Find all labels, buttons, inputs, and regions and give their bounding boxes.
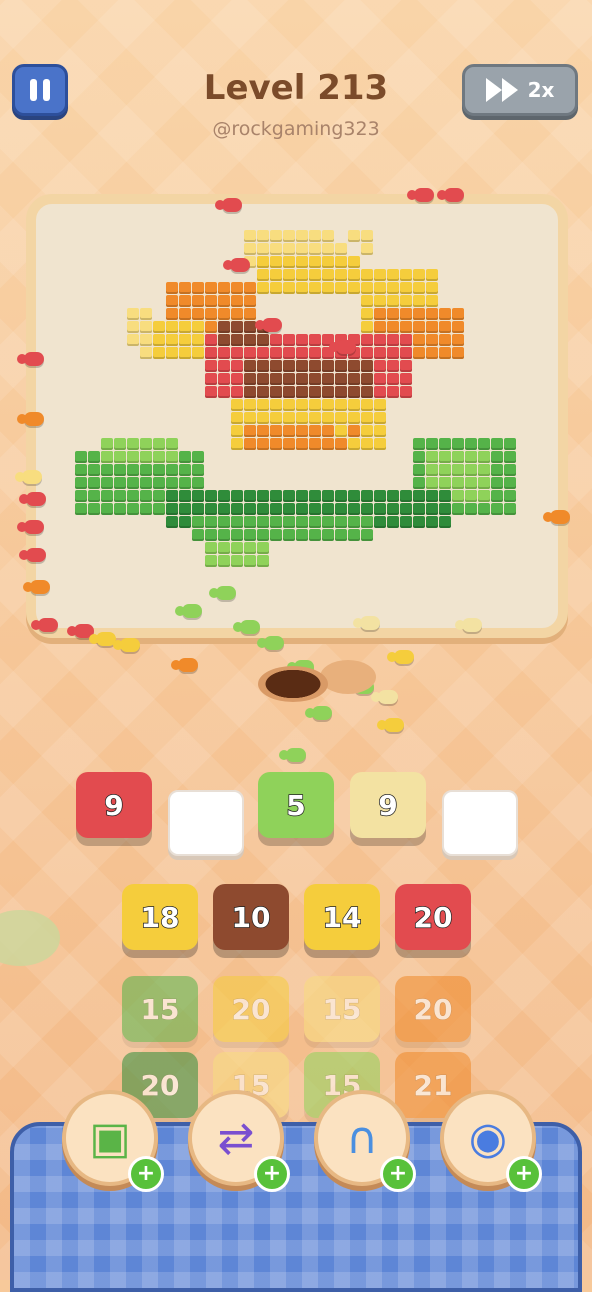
number-tile[interactable]: 20 [395, 976, 471, 1042]
queue-tile: 9 [350, 772, 426, 838]
ant [377, 718, 404, 732]
ant [305, 706, 332, 720]
ant [223, 258, 250, 272]
ant [407, 188, 434, 202]
swap-booster-button[interactable]: ◉ + [440, 1090, 542, 1192]
queue-tile: 5 [258, 772, 334, 838]
shuffle-icon: ⇄ [217, 1112, 255, 1164]
plus-icon: + [506, 1156, 542, 1192]
number-tile[interactable]: 20 [395, 884, 471, 950]
add-slot-icon: ▣ [89, 1112, 131, 1164]
magnet-booster-button[interactable]: ∩ + [314, 1090, 416, 1192]
ant [19, 548, 46, 562]
ant [175, 604, 202, 618]
swap-icon: ◉ [468, 1112, 508, 1164]
ant [15, 470, 42, 484]
queue-slot-empty [442, 790, 518, 856]
plus-icon: + [128, 1156, 164, 1192]
queue-slot-empty [168, 790, 244, 856]
ant [23, 580, 50, 594]
ant [257, 636, 284, 650]
queue-tile: 9 [76, 772, 152, 838]
ant [455, 618, 482, 632]
ant [17, 412, 44, 426]
ant [437, 188, 464, 202]
ant [113, 638, 140, 652]
number-tile[interactable]: 20 [213, 976, 289, 1042]
number-tile[interactable]: 15 [304, 976, 380, 1042]
ant [209, 586, 236, 600]
plus-icon: + [380, 1156, 416, 1192]
speed-label: 2x [527, 78, 555, 102]
dirt-mound [320, 660, 376, 694]
ant [17, 352, 44, 366]
speed-button[interactable]: 2x [462, 64, 578, 116]
number-tile[interactable]: 18 [122, 884, 198, 950]
number-tile[interactable]: 15 [122, 976, 198, 1042]
puzzle-board [26, 194, 568, 638]
shuffle-booster-button[interactable]: ⇄ + [188, 1090, 290, 1192]
ant-hole [258, 666, 328, 702]
ant [279, 748, 306, 762]
ant [215, 198, 242, 212]
ant [233, 620, 260, 634]
add-slot-booster-button[interactable]: ▣ + [62, 1090, 164, 1192]
ant [255, 318, 282, 332]
ant [353, 616, 380, 630]
ant [171, 658, 198, 672]
number-tile[interactable]: 10 [213, 884, 289, 950]
plus-icon: + [254, 1156, 290, 1192]
number-tile[interactable]: 14 [304, 884, 380, 950]
ant [543, 510, 570, 524]
ant [17, 520, 44, 534]
ant [19, 492, 46, 506]
watermark: @rockgaming323 [212, 118, 380, 140]
ant [371, 690, 398, 704]
ant [387, 650, 414, 664]
ant [31, 618, 58, 632]
fast-forward-icon [485, 78, 518, 102]
ant [329, 340, 356, 354]
magnet-icon: ∩ [345, 1112, 379, 1164]
